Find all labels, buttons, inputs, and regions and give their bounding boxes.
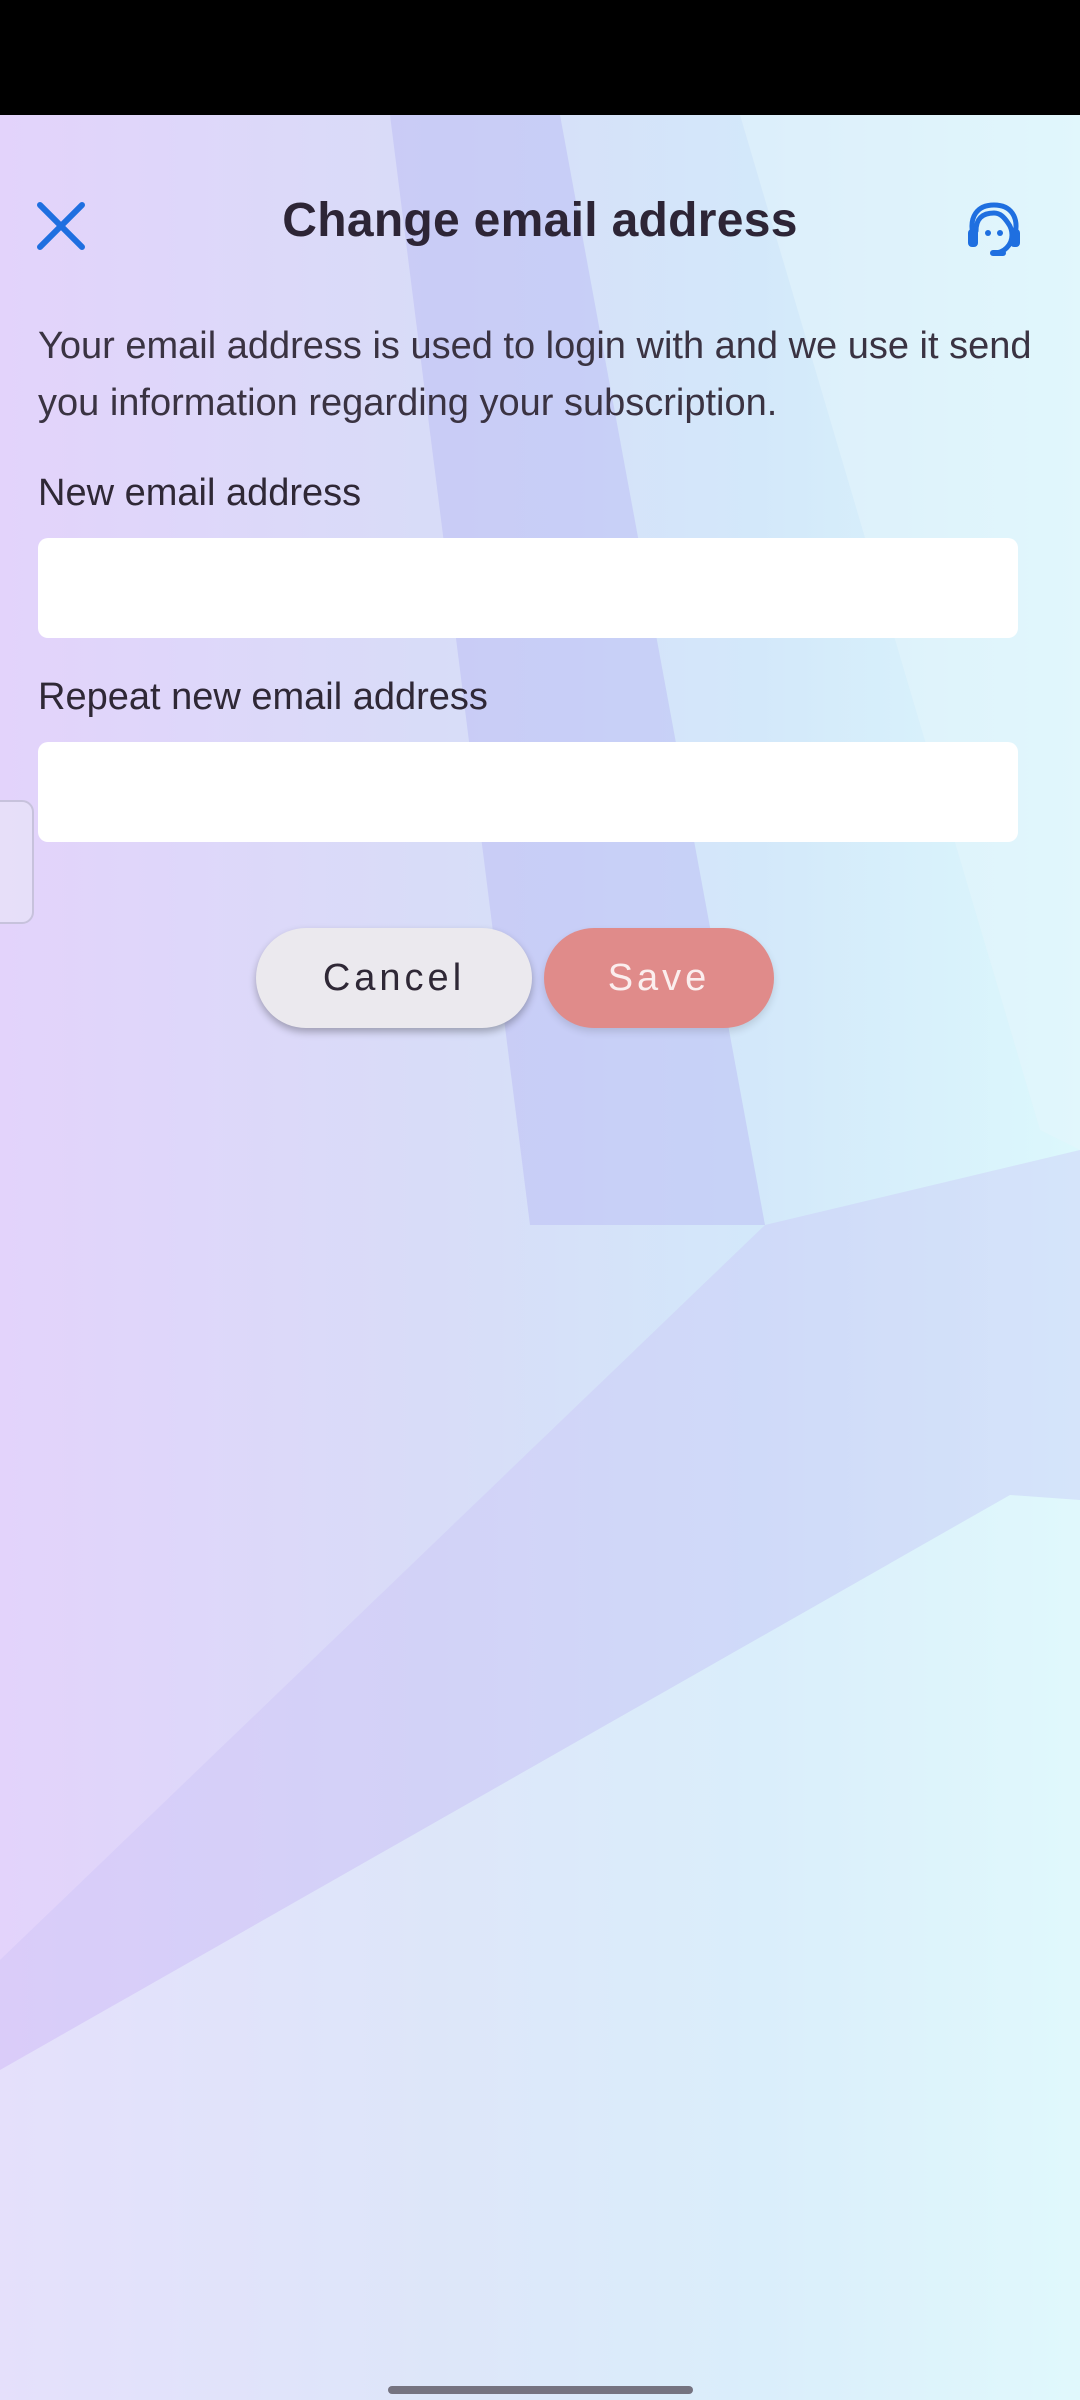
status-bar xyxy=(0,0,1080,115)
save-button[interactable]: Save xyxy=(544,928,774,1028)
headset-support-icon xyxy=(968,202,1020,256)
new-email-field[interactable] xyxy=(38,538,1018,638)
close-icon xyxy=(37,202,85,250)
page-title: Change email address xyxy=(282,194,798,247)
cancel-button[interactable]: Cancel xyxy=(256,928,532,1028)
repeat-email-label: Repeat new email address xyxy=(38,676,488,718)
description-text: Your email address is used to login with… xyxy=(38,325,1032,424)
new-email-label: New email address xyxy=(38,472,362,514)
support-button[interactable] xyxy=(964,199,1024,259)
home-indicator[interactable] xyxy=(388,2386,693,2394)
repeat-email-field[interactable] xyxy=(38,742,1018,842)
background-decoration xyxy=(0,115,1080,2400)
header: Change email address xyxy=(0,115,1080,335)
close-button[interactable] xyxy=(30,195,92,257)
side-panel-handle[interactable] xyxy=(0,800,34,924)
